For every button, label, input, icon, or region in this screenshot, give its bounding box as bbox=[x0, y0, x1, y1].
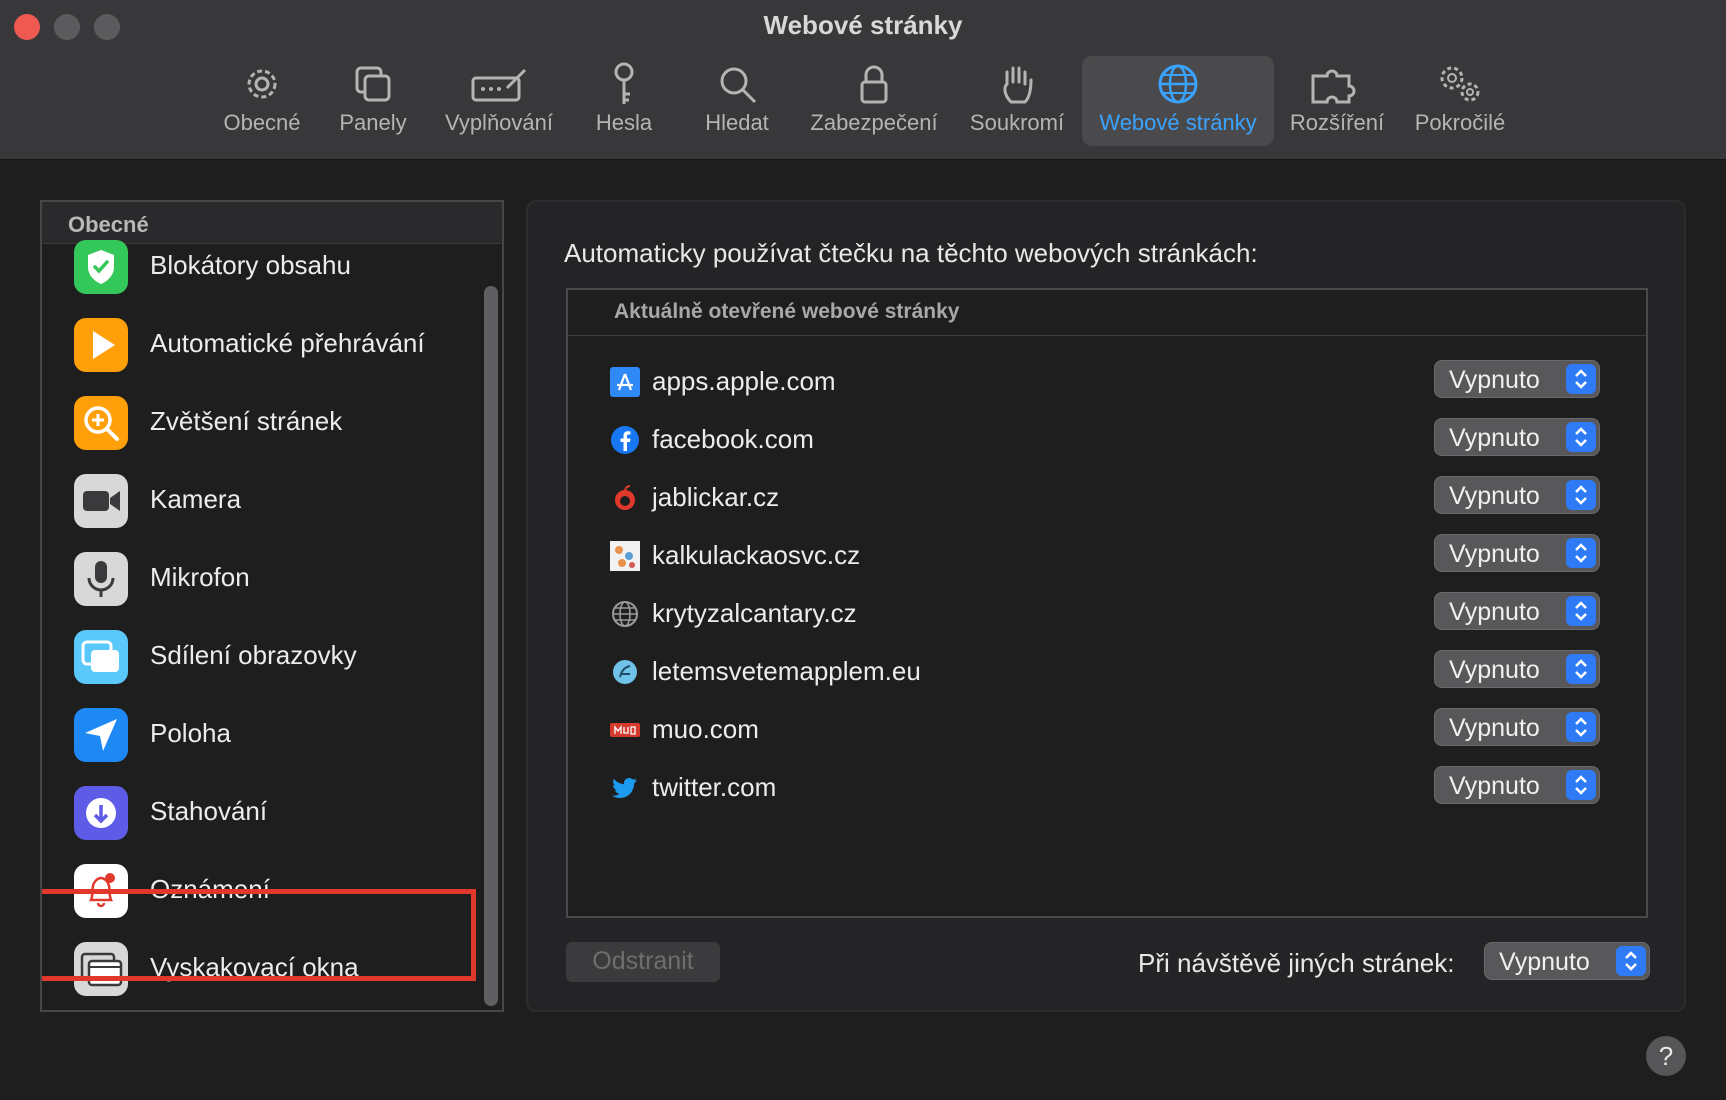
table-row: krytyzalcantary.cz Vypnuto bbox=[568, 586, 1646, 644]
reader-setting-select[interactable]: Vypnuto bbox=[1434, 708, 1600, 746]
sidebar-item-screen-sharing[interactable]: Sdílení obrazovky bbox=[42, 618, 476, 696]
tabs-icon bbox=[355, 66, 391, 102]
downloads-icon bbox=[74, 786, 128, 840]
gears-icon bbox=[1440, 66, 1480, 102]
reader-setting-select[interactable]: Vypnuto bbox=[1434, 766, 1600, 804]
stepper-icon bbox=[1566, 364, 1596, 394]
screen-sharing-icon bbox=[74, 630, 128, 684]
table-row: muo.com Vypnuto bbox=[568, 702, 1646, 760]
table-row: twitter.com Vypnuto bbox=[568, 760, 1646, 818]
page-zoom-icon bbox=[74, 396, 128, 450]
panel-title: Automaticky používat čtečku na těchto we… bbox=[564, 238, 1258, 268]
other-sites-label: Při návštěvě jiných stránek: bbox=[1138, 948, 1455, 978]
sidebar-item-content-blockers[interactable]: Blokátory obsahu bbox=[42, 228, 476, 306]
other-sites-select[interactable]: Vypnuto bbox=[1484, 942, 1650, 980]
remove-button[interactable]: Odstranit bbox=[566, 942, 720, 982]
sidebar: Obecné Blokátory obsahu Automatické přeh… bbox=[40, 200, 504, 1012]
muo-icon bbox=[610, 723, 640, 737]
tab-security[interactable]: Zabezpečení bbox=[804, 56, 944, 146]
hand-icon bbox=[1003, 66, 1033, 104]
key-icon bbox=[614, 62, 634, 104]
sidebar-scrollbar[interactable] bbox=[484, 286, 498, 1006]
sidebar-item-autoplay[interactable]: Automatické přehrávání bbox=[42, 306, 476, 384]
tab-extensions[interactable]: Rozšíření bbox=[1284, 56, 1390, 146]
stepper-icon bbox=[1566, 422, 1596, 452]
tab-tabs[interactable]: Panely bbox=[328, 56, 418, 146]
reader-setting-select[interactable]: Vypnuto bbox=[1434, 476, 1600, 514]
sidebar-item-page-zoom[interactable]: Zvětšení stránek bbox=[42, 384, 476, 462]
magnifier-icon bbox=[720, 67, 757, 104]
table-row: kalkulackaosvc.cz Vypnuto bbox=[568, 528, 1646, 586]
twitter-icon bbox=[612, 778, 637, 798]
settings-panel: Automaticky používat čtečku na těchto we… bbox=[526, 200, 1686, 1012]
lock-icon bbox=[860, 65, 888, 104]
reader-setting-select[interactable]: Vypnuto bbox=[1434, 360, 1600, 398]
window-title: Webové stránky bbox=[763, 10, 963, 40]
stepper-icon bbox=[1566, 480, 1596, 510]
stepper-icon bbox=[1566, 712, 1596, 742]
facebook-icon bbox=[611, 426, 639, 454]
jablickar-icon bbox=[615, 485, 635, 510]
stepper-icon bbox=[1566, 538, 1596, 568]
sidebar-item-microphone[interactable]: Mikrofon bbox=[42, 540, 476, 618]
stepper-icon bbox=[1566, 654, 1596, 684]
reader-setting-select[interactable]: Vypnuto bbox=[1434, 418, 1600, 456]
reader-setting-select[interactable]: Vypnuto bbox=[1434, 534, 1600, 572]
gear-icon bbox=[247, 69, 277, 99]
globe-icon bbox=[612, 601, 638, 627]
content-blocker-icon bbox=[74, 240, 128, 294]
tab-autofill[interactable]: Vyplňování bbox=[436, 56, 562, 146]
help-button[interactable]: ? bbox=[1646, 1036, 1686, 1076]
tab-websites[interactable]: Webové stránky bbox=[1082, 56, 1274, 146]
tab-advanced[interactable]: Pokročilé bbox=[1404, 56, 1516, 146]
table-header: Aktuálně otevřené webové stránky bbox=[568, 290, 1646, 336]
title-bar: Webové stránky Obecné Panely Vyplňování … bbox=[0, 0, 1726, 160]
stepper-icon bbox=[1566, 596, 1596, 626]
stepper-icon bbox=[1616, 946, 1646, 976]
tab-passwords[interactable]: Hesla bbox=[586, 56, 662, 146]
globe-icon bbox=[1158, 64, 1198, 104]
table-row: jablickar.cz Vypnuto bbox=[568, 470, 1646, 528]
tab-general[interactable]: Obecné bbox=[212, 56, 312, 146]
websites-table: Aktuálně otevřené webové stránky apps.ap… bbox=[566, 288, 1648, 918]
microphone-icon bbox=[74, 552, 128, 606]
table-row: facebook.com Vypnuto bbox=[568, 412, 1646, 470]
kalkulacka-icon bbox=[610, 541, 640, 571]
location-icon bbox=[74, 708, 128, 762]
highlight-frame bbox=[42, 889, 476, 981]
app-store-icon bbox=[610, 367, 640, 397]
stepper-icon bbox=[1566, 770, 1596, 800]
tab-privacy[interactable]: Soukromí bbox=[964, 56, 1070, 146]
sidebar-item-camera[interactable]: Kamera bbox=[42, 462, 476, 540]
reader-setting-select[interactable]: Vypnuto bbox=[1434, 650, 1600, 688]
table-row: letemsvetemapplem.eu Vypnuto bbox=[568, 644, 1646, 702]
table-row: apps.apple.com Vypnuto bbox=[568, 354, 1646, 412]
puzzle-icon bbox=[1311, 69, 1356, 104]
autofill-icon bbox=[471, 68, 527, 102]
tab-search[interactable]: Hledat bbox=[692, 56, 782, 146]
letemsvetem-icon bbox=[613, 660, 637, 684]
sidebar-item-location[interactable]: Poloha bbox=[42, 696, 476, 774]
camera-icon bbox=[74, 474, 128, 528]
autoplay-icon bbox=[74, 318, 128, 372]
reader-setting-select[interactable]: Vypnuto bbox=[1434, 592, 1600, 630]
sidebar-item-downloads[interactable]: Stahování bbox=[42, 774, 476, 852]
